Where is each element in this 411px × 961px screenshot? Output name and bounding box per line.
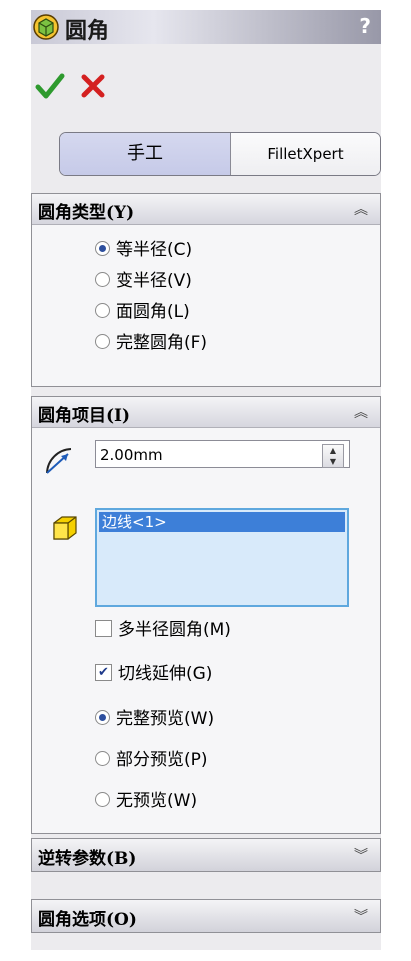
ok-check-button[interactable] (35, 72, 65, 100)
title-bar: 圆角 ? (31, 10, 381, 44)
setback-title: 逆转参数(B) (38, 849, 137, 869)
edge-selection-icon (53, 516, 77, 540)
fillet-type-title: 圆角类型(Y) (38, 203, 135, 223)
expand-chevron-icon[interactable]: ︾ (354, 845, 368, 865)
fillet-feature-icon (33, 14, 59, 40)
radio-button-icon[interactable] (95, 750, 110, 766)
radius-spinner[interactable]: ▲ ▼ (322, 444, 344, 468)
fillet-property-manager: 圆角 ? 手工 FilletXpert 圆角类型(Y) ︽ 等半径(C) 变半径… (31, 10, 381, 950)
radio-full-round[interactable]: 完整圆角(F) (95, 330, 207, 356)
radio-face-fillet[interactable]: 面圆角(L) (95, 299, 190, 325)
checkmark-icon[interactable]: ✔ (95, 663, 112, 681)
collapse-chevron-icon[interactable]: ︽ (354, 199, 368, 219)
mode-tabs: 手工 FilletXpert (59, 132, 381, 176)
fillet-items-title: 圆角项目(I) (38, 406, 131, 426)
fillet-options-title: 圆角选项(O) (38, 910, 137, 930)
spin-down-icon[interactable]: ▼ (323, 456, 343, 467)
radio-button-icon[interactable] (95, 333, 110, 349)
fillet-type-header[interactable]: 圆角类型(Y) ︽ (32, 194, 380, 225)
fillet-items-group: 圆角项目(I) ︽ 2.00mm ▲ ▼ 边线<1> 多半径圆角(M) ✔ 切线延… (31, 396, 381, 834)
fillet-type-group: 圆角类型(Y) ︽ 等半径(C) 变半径(V) 面圆角(L) 完整圆角(F) (31, 193, 381, 387)
checkbox-tangent-propagation[interactable]: ✔ 切线延伸(G) (95, 661, 212, 687)
tab-filletxpert[interactable]: FilletXpert (231, 133, 380, 175)
radio-button-icon[interactable] (95, 791, 110, 807)
checkbox-multi-radius[interactable]: 多半径圆角(M) (95, 617, 231, 643)
radius-icon (46, 448, 72, 474)
radius-input[interactable]: 2.00mm (95, 440, 350, 468)
radio-button-icon[interactable] (95, 271, 110, 287)
radio-variable-radius[interactable]: 变半径(V) (95, 268, 192, 294)
fillet-items-header[interactable]: 圆角项目(I) ︽ (32, 397, 380, 428)
help-button[interactable]: ? (359, 14, 371, 38)
radio-no-preview[interactable]: 无预览(W) (95, 788, 197, 814)
cancel-x-button[interactable] (79, 72, 107, 100)
tab-manual[interactable]: 手工 (60, 133, 231, 175)
radio-partial-preview[interactable]: 部分预览(P) (95, 747, 208, 773)
radio-button-icon[interactable] (95, 709, 110, 725)
setback-parameters-group[interactable]: 逆转参数(B) ︾ (31, 838, 381, 872)
list-item[interactable]: 边线<1> (99, 512, 345, 532)
radio-full-preview[interactable]: 完整预览(W) (95, 706, 214, 732)
collapse-chevron-icon[interactable]: ︽ (354, 402, 368, 422)
expand-chevron-icon[interactable]: ︾ (354, 906, 368, 926)
spin-up-icon[interactable]: ▲ (323, 445, 343, 456)
selection-list[interactable]: 边线<1> (95, 508, 349, 607)
fillet-options-group[interactable]: 圆角选项(O) ︾ (31, 899, 381, 933)
radio-constant-radius[interactable]: 等半径(C) (95, 237, 192, 263)
panel-title: 圆角 (65, 19, 110, 44)
radio-button-icon[interactable] (95, 302, 110, 318)
checkbox-icon[interactable] (95, 619, 112, 637)
radio-button-icon[interactable] (95, 240, 110, 256)
